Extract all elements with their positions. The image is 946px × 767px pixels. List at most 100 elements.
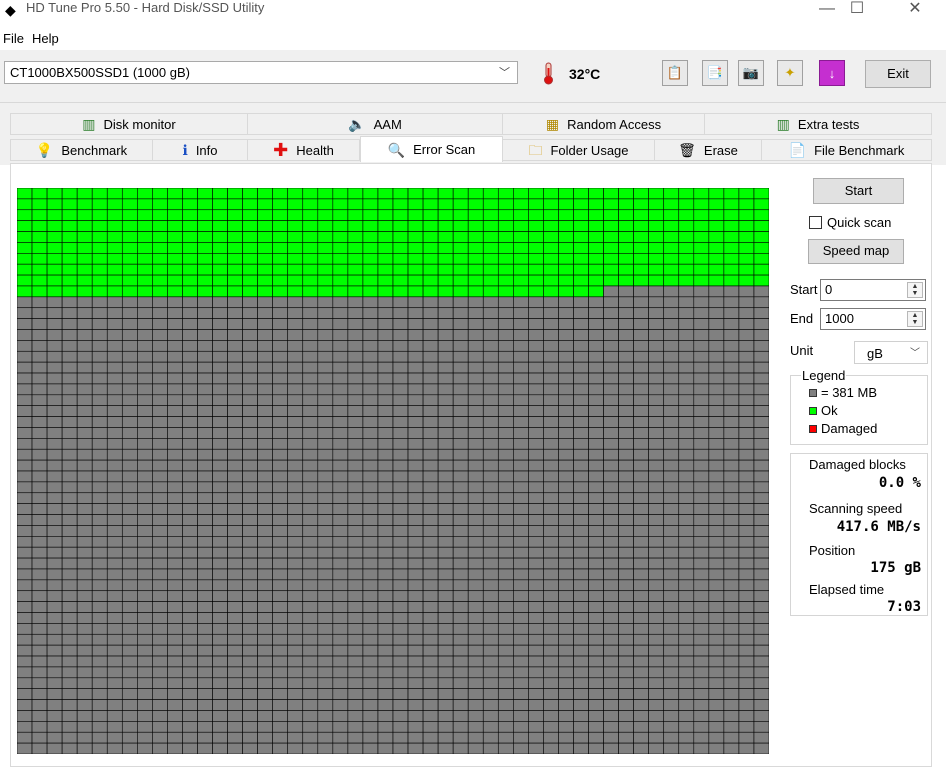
ok-block: [61, 253, 78, 265]
end-position-input[interactable]: 1000 ▲ ▼: [820, 308, 926, 330]
save-button[interactable]: ✦: [777, 60, 803, 86]
maximize-button[interactable]: ☐: [842, 0, 872, 22]
quick-scan-checkbox[interactable]: [809, 216, 822, 229]
tab-info[interactable]: ℹ Info: [152, 139, 248, 161]
ok-block: [723, 231, 740, 243]
unscanned-block: [558, 307, 574, 319]
exit-button[interactable]: Exit: [865, 60, 931, 88]
tab-file-benchmark[interactable]: 📄 File Benchmark: [761, 139, 932, 161]
unscanned-block: [227, 557, 243, 570]
unscanned-block: [753, 350, 769, 363]
unscanned-block: [272, 416, 289, 428]
unscanned-block: [603, 438, 619, 450]
ok-block: [272, 263, 289, 276]
unscanned-block: [497, 677, 514, 689]
copy-text-button[interactable]: 📋: [662, 60, 688, 86]
unscanned-block: [513, 546, 529, 559]
unscanned-block: [633, 470, 649, 483]
tab-disk-monitor[interactable]: ▥ Disk monitor: [10, 113, 248, 135]
unscanned-block: [407, 644, 424, 657]
unscanned-block: [543, 296, 559, 309]
tab-aam[interactable]: 🔈 AAM: [247, 113, 503, 135]
unscanned-block: [648, 699, 665, 711]
tab-erase[interactable]: 🗑 Erase: [654, 139, 762, 161]
unscanned-block: [543, 590, 559, 602]
unscanned-block: [106, 481, 123, 494]
unscanned-block: [467, 699, 484, 711]
speed-map-button[interactable]: Speed map: [808, 239, 904, 264]
unscanned-block: [347, 677, 364, 689]
unscanned-block: [693, 568, 710, 581]
unscanned-block: [227, 470, 243, 483]
unscanned-block: [272, 612, 289, 624]
unscanned-block: [753, 590, 769, 602]
unscanned-block: [332, 742, 349, 754]
tab-error-scan[interactable]: 🔍 Error Scan: [360, 136, 503, 162]
unscanned-block: [482, 590, 499, 602]
unscanned-block: [76, 438, 93, 450]
tab-health[interactable]: ✚ Health: [247, 139, 360, 161]
unscanned-block: [347, 383, 364, 396]
unscanned-block: [603, 699, 619, 711]
unscanned-block: [558, 688, 574, 700]
unscanned-block: [437, 590, 454, 602]
unscanned-block: [753, 285, 769, 298]
unscanned-block: [257, 525, 273, 537]
unscanned-block: [287, 731, 304, 744]
drive-select[interactable]: CT1000BX500SSD1 (1000 gB) ﹀: [4, 61, 518, 84]
ok-block: [362, 198, 379, 211]
unscanned-block: [362, 514, 379, 526]
unscanned-block: [347, 438, 364, 450]
unscanned-block: [317, 557, 334, 570]
ok-block: [513, 198, 529, 211]
menu-help[interactable]: Help: [32, 30, 59, 48]
tab-extra-tests[interactable]: ▥ Extra tests: [704, 113, 932, 135]
tab-benchmark[interactable]: 💡 Benchmark: [10, 139, 153, 161]
unscanned-block: [212, 405, 228, 417]
tab-folder-usage[interactable]: 🗀 Folder Usage: [502, 139, 655, 161]
unscanned-block: [452, 536, 469, 548]
unscanned-block: [317, 318, 334, 330]
unscanned-block: [197, 666, 213, 679]
unscanned-block: [17, 448, 33, 461]
unscanned-block: [212, 372, 228, 385]
unscanned-block: [467, 514, 484, 526]
spin-arrows-icon[interactable]: ▲ ▼: [907, 282, 923, 298]
unscanned-block: [287, 448, 304, 461]
unscanned-block: [497, 394, 514, 406]
download-button[interactable]: ↓: [819, 60, 845, 86]
ok-block: [618, 274, 634, 287]
menu-file[interactable]: File: [3, 30, 24, 48]
unscanned-block: [588, 405, 604, 417]
unscanned-block: [663, 557, 680, 570]
ok-block: [407, 274, 424, 287]
unscanned-block: [272, 699, 289, 711]
unscanned-block: [618, 612, 634, 624]
unscanned-block: [693, 296, 710, 309]
unscanned-block: [753, 405, 769, 417]
unscanned-block: [467, 655, 484, 668]
screenshot-button[interactable]: 📷: [738, 60, 764, 86]
tab-random-access[interactable]: ▦ Random Access: [502, 113, 705, 135]
start-position-input[interactable]: 0 ▲ ▼: [820, 279, 926, 301]
close-button[interactable]: ✕: [900, 0, 930, 22]
unscanned-block: [61, 448, 78, 461]
start-scan-button[interactable]: Start: [813, 178, 904, 204]
unscanned-block: [182, 666, 198, 679]
unscanned-block: [332, 329, 349, 341]
spin-arrows-icon[interactable]: ▲ ▼: [907, 311, 923, 327]
unscanned-block: [407, 459, 424, 472]
unscanned-block: [377, 655, 394, 668]
ok-block: [392, 242, 409, 254]
unscanned-block: [392, 340, 409, 352]
unscanned-block: [121, 448, 138, 461]
unscanned-block: [573, 427, 589, 439]
unscanned-block: [588, 416, 604, 428]
copy-image-button[interactable]: 📑: [702, 60, 728, 86]
ok-block: [212, 209, 228, 221]
unscanned-block: [31, 503, 48, 515]
unit-select[interactable]: gB ﹀: [854, 341, 928, 364]
minimize-button[interactable]: —: [812, 0, 842, 22]
unscanned-block: [588, 383, 604, 396]
ok-block: [272, 220, 289, 232]
